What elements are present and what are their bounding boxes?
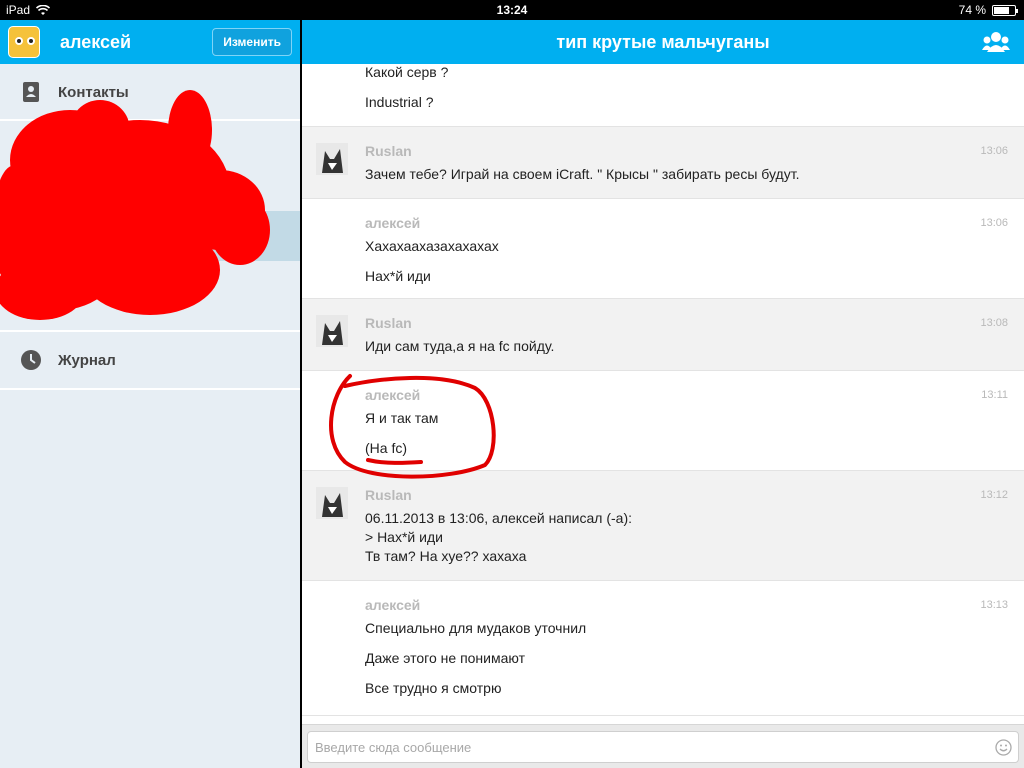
message-text: Все трудно я смотрю [365,680,502,696]
message-text: Я и так там [365,410,439,426]
message-time: 13:06 [980,217,1008,229]
message-text: > Нах*й иди [365,529,443,545]
battery-fill [994,6,1009,14]
dog-icon [316,143,348,175]
message-list[interactable]: Какой серв ? Industrial ? Ruslan 13:06 З… [302,64,1024,724]
message: Ruslan 13:12 06.11.2013 в 13:06, алексей… [302,471,1024,581]
status-bar: iPad 13:24 74 % [0,0,1024,20]
chat-panel: тип крутые мальчуганы Какой серв ? Indus… [302,20,1024,768]
message-time: 13:06 [980,145,1008,157]
smiley-icon[interactable] [995,739,1012,756]
message-text: Хахахаахазахахахах [365,238,499,254]
sidebar-item-label: Журнал [58,351,116,369]
message-time: 13:12 [980,489,1008,501]
message-text: Даже этого не понимают [365,650,526,666]
chat-title: тип крутые мальчуганы [556,32,770,52]
message-text: (На fc) [365,440,407,456]
dog-icon [316,315,348,347]
message-text: Industrial ? [365,94,434,110]
message-text: Какой серв ? [365,64,449,80]
avatar[interactable] [316,315,348,347]
edit-button[interactable]: Изменить [212,28,292,56]
message-author: алексей [365,215,421,231]
divider [0,388,300,390]
clock-icon [21,350,41,370]
sidebar-item-history[interactable]: Журнал [0,340,300,380]
message: алексей 13:11 Я и так там (На fc) [302,371,1024,471]
message-author: Ruslan [365,315,412,331]
message-time: 13:13 [980,599,1008,611]
message-text: 06.11.2013 в 13:06, алексей написал (-а)… [365,510,633,526]
message-composer [302,724,1024,768]
message-input[interactable] [307,731,1019,763]
sidebar-header: алексей Изменить [0,20,300,64]
message: Ruslan 13:06 Зачем тебе? Играй на своем … [302,127,1024,199]
battery-percent: 74 % [958,3,986,17]
clock: 13:24 [496,3,528,17]
avatar[interactable] [8,26,40,58]
message-author: алексей [365,597,421,613]
message-author: Ruslan [365,143,412,159]
message: алексей 13:06 Хахахаахазахахахах Нах*й и… [302,199,1024,299]
message-text: Иди сам туда,а я на fc пойду. [365,338,555,354]
redaction-scribble [0,90,270,320]
message-text: Специально для мудаков уточнил [365,620,587,636]
battery-icon [992,4,1018,16]
message-author: алексей [365,387,421,403]
message: Ruslan 13:08 Иди сам туда,а я на fc пойд… [302,299,1024,371]
message: алексей 13:13 Специально для мудаков уто… [302,581,1024,716]
chat-header: тип крутые мальчуганы [302,20,1024,64]
avatar[interactable] [316,487,348,519]
message-text: Зачем тебе? Играй на своем iCraft. " Кры… [365,166,800,182]
sidebar: алексей Изменить Контакты Журнал [0,20,300,768]
user-name: алексей [60,31,132,52]
message-time: 13:11 [981,389,1008,401]
message-text: Нах*й иди [365,268,431,284]
participants-icon[interactable] [982,30,1010,54]
divider [0,330,300,332]
avatar[interactable] [316,143,348,175]
message-time: 13:08 [980,317,1008,329]
dog-icon [316,487,348,519]
message-text: Тв там? На хуе?? хахаха [365,548,527,564]
message-author: Ruslan [365,487,412,503]
message: Какой серв ? Industrial ? [302,64,1024,127]
